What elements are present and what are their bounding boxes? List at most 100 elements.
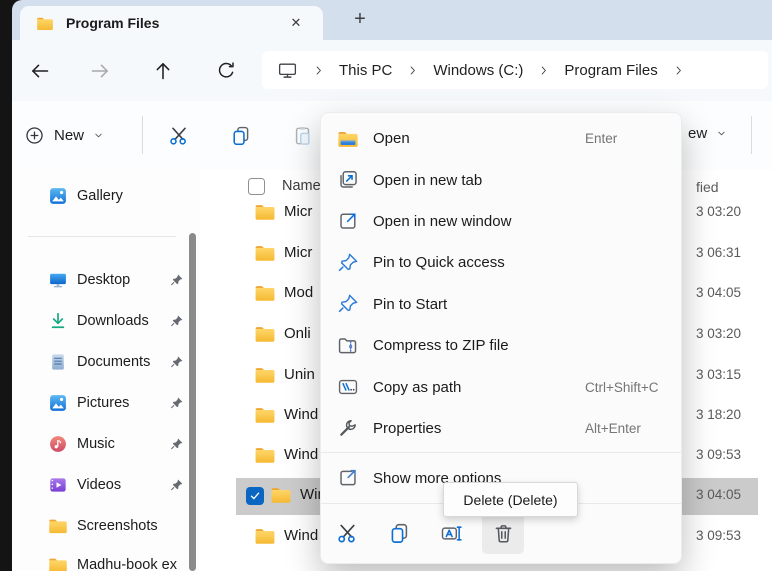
menu-separator	[321, 452, 681, 453]
pin-icon	[170, 437, 184, 451]
sidebar-item-label: Music	[77, 436, 115, 452]
menu-item-label: Pin to Quick access	[373, 254, 505, 271]
cut-button[interactable]	[166, 123, 192, 149]
select-all-checkbox[interactable]	[248, 178, 265, 195]
tab-bar: Program Files ✕ +	[12, 0, 772, 40]
sidebar-scrollbar-thumb[interactable]	[189, 233, 196, 571]
chevron-down-icon	[715, 127, 728, 140]
menu-item-open-new-window[interactable]: Open in new window	[321, 201, 681, 242]
new-tab-button[interactable]: +	[345, 8, 375, 32]
column-header-date-modified[interactable]: fied	[696, 179, 719, 195]
chevron-right-icon	[537, 64, 550, 77]
menu-item-label: Open in new tab	[373, 172, 482, 189]
file-name: Onli	[284, 325, 311, 342]
quick-delete-button[interactable]	[482, 512, 524, 554]
up-button[interactable]	[149, 57, 177, 85]
folder-icon	[254, 284, 276, 302]
new-button[interactable]: New	[24, 117, 105, 153]
file-name: Micr	[284, 244, 312, 261]
menu-item-shortcut: Ctrl+Shift+C	[585, 380, 659, 395]
view-button[interactable]: ew	[688, 125, 728, 142]
breadcrumb-this-pc[interactable]: This PC	[339, 62, 392, 79]
file-date: 3 04:05	[696, 285, 741, 300]
check-icon	[249, 490, 261, 502]
paste-button[interactable]	[290, 123, 316, 149]
plus-circle-icon	[24, 125, 45, 146]
show-more-options-icon	[337, 467, 359, 489]
menu-item-open-new-tab[interactable]: Open in new tab	[321, 159, 681, 200]
cut-icon	[336, 522, 359, 545]
quick-rename-button[interactable]	[430, 512, 472, 554]
folder-icon	[48, 516, 68, 536]
sidebar-item-label: Downloads	[77, 313, 149, 329]
address-bar[interactable]: This PC Windows (C:) Program Files	[262, 51, 768, 89]
tab-program-files[interactable]: Program Files ✕	[20, 6, 323, 40]
rename-icon	[440, 522, 463, 545]
sidebar-item-downloads[interactable]: Downloads	[12, 303, 200, 339]
file-name: Micr	[284, 203, 312, 220]
sidebar-item-pictures[interactable]: Pictures	[12, 385, 200, 421]
sidebar-item-documents[interactable]: Documents	[12, 344, 200, 380]
breadcrumb-windows-c[interactable]: Windows (C:)	[433, 62, 523, 79]
copy-icon	[388, 522, 411, 545]
back-button[interactable]	[26, 57, 54, 85]
menu-item-copy-as-path[interactable]: Copy as path Ctrl+Shift+C	[321, 366, 681, 407]
sidebar-item-videos[interactable]: Videos	[12, 467, 200, 503]
paste-icon	[292, 125, 314, 147]
menu-item-pin-quick-access[interactable]: Pin to Quick access	[321, 242, 681, 283]
delete-trash-icon	[492, 522, 515, 545]
music-icon	[48, 434, 68, 454]
quick-copy-button[interactable]	[378, 512, 420, 554]
pin-icon	[170, 478, 184, 492]
row-checkbox-checked[interactable]	[246, 487, 264, 505]
chevron-right-icon	[312, 64, 325, 77]
file-name: Wind	[284, 446, 318, 463]
sidebar: Gallery Desktop Downloads Documents	[12, 170, 200, 571]
folder-icon	[254, 203, 276, 221]
menu-item-pin-to-start[interactable]: Pin to Start	[321, 284, 681, 325]
breadcrumb-program-files[interactable]: Program Files	[564, 62, 657, 79]
pin-icon	[170, 355, 184, 369]
close-tab-icon[interactable]: ✕	[287, 14, 305, 32]
pin-icon	[170, 314, 184, 328]
pictures-icon	[48, 393, 68, 413]
sidebar-item-music[interactable]: Music	[12, 426, 200, 462]
file-name: Wind	[284, 406, 318, 423]
gallery-icon	[48, 186, 68, 206]
menu-item-label: Copy as path	[373, 379, 461, 396]
folder-icon	[270, 486, 292, 504]
sidebar-item-madhu-book[interactable]: Madhu-book ex	[12, 547, 200, 571]
open-new-tab-icon	[337, 169, 359, 191]
sidebar-item-gallery[interactable]: Gallery	[12, 178, 200, 214]
up-icon	[152, 60, 174, 82]
sidebar-item-screenshots[interactable]: Screenshots	[12, 508, 200, 544]
delete-tooltip: Delete (Delete)	[443, 482, 578, 517]
toolbar-divider	[751, 116, 752, 154]
menu-item-label: Properties	[373, 420, 441, 437]
file-date: 3 03:15	[696, 367, 741, 382]
pin-icon	[170, 396, 184, 410]
file-date: 3 04:05	[696, 487, 741, 502]
sidebar-item-label: Pictures	[77, 395, 129, 411]
quick-cut-button[interactable]	[326, 512, 368, 554]
copy-button[interactable]	[228, 123, 254, 149]
folder-icon	[36, 16, 54, 31]
sidebar-item-desktop[interactable]: Desktop	[12, 262, 200, 298]
menu-item-compress-zip[interactable]: Compress to ZIP file	[321, 325, 681, 366]
folder-icon	[254, 366, 276, 384]
chevron-right-icon	[672, 64, 685, 77]
open-new-window-icon	[337, 210, 359, 232]
pin-icon	[337, 293, 359, 315]
documents-icon	[48, 352, 68, 372]
menu-item-properties[interactable]: Properties Alt+Enter	[321, 408, 681, 449]
chevron-down-icon	[92, 129, 105, 142]
tab-title: Program Files	[66, 15, 159, 31]
menu-item-open[interactable]: Open Enter	[321, 118, 681, 159]
sidebar-item-label: Screenshots	[77, 518, 158, 534]
column-header-name[interactable]: Name	[282, 178, 321, 194]
sidebar-divider	[28, 236, 176, 237]
forward-button[interactable]	[86, 57, 114, 85]
new-button-label: New	[54, 127, 84, 144]
sidebar-item-label: Videos	[77, 477, 121, 493]
refresh-button[interactable]	[212, 57, 240, 85]
